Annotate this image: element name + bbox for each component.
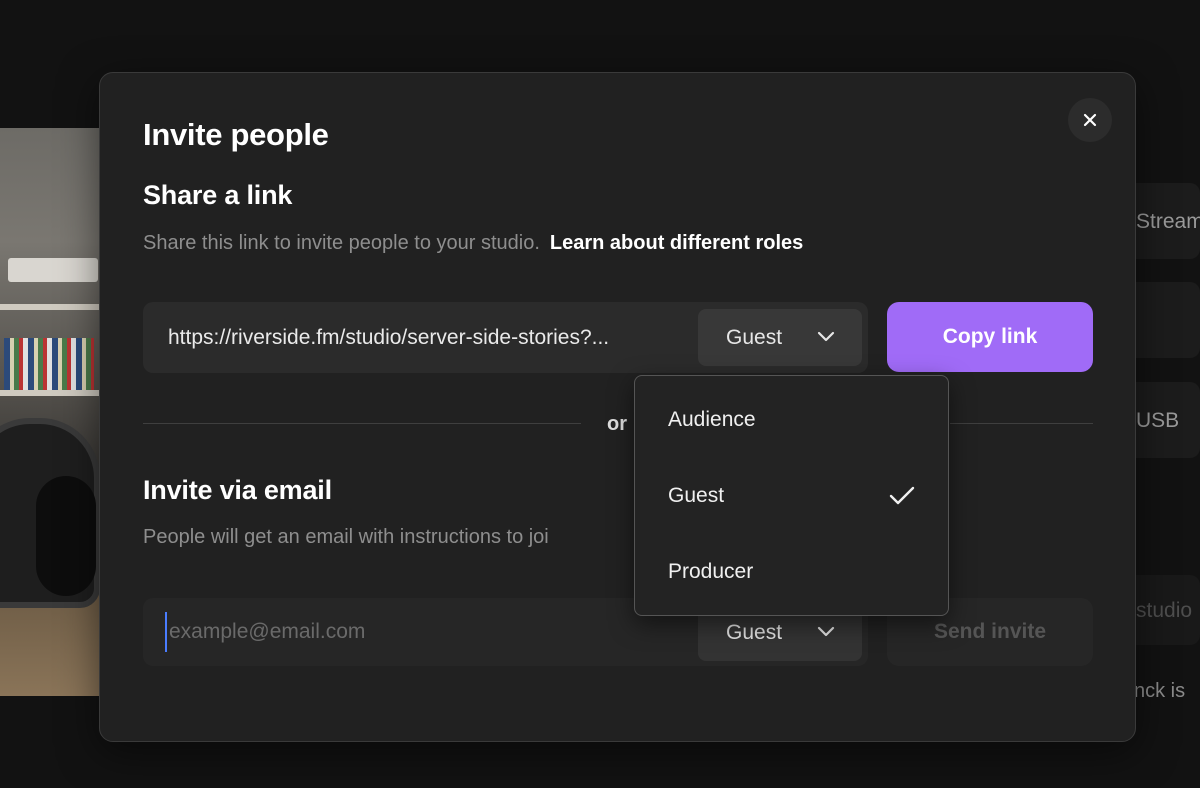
- role-dropdown-menu: Audience Guest Producer: [634, 375, 949, 616]
- close-button[interactable]: [1068, 98, 1112, 142]
- menu-item-label: Audience: [668, 408, 756, 431]
- menu-item-guest[interactable]: Guest: [635, 460, 948, 532]
- learn-roles-link[interactable]: Learn about different roles: [550, 232, 803, 254]
- checkmark-icon: [889, 486, 915, 505]
- invite-people-modal: Invite people Share a link Share this li…: [99, 72, 1136, 742]
- share-link-field[interactable]: https://riverside.fm/studio/server-side-…: [143, 302, 868, 373]
- menu-item-label: Guest: [668, 484, 725, 507]
- copy-link-button[interactable]: Copy link: [887, 302, 1093, 372]
- modal-title: Invite people: [143, 117, 329, 152]
- video-shelf: [0, 304, 100, 310]
- invite-email-heading: Invite via email: [143, 475, 332, 505]
- share-link-description: Share this link to invite people to your…: [143, 232, 803, 255]
- participant-video: [0, 128, 100, 696]
- invite-email-description: People will get an email with instructio…: [143, 526, 549, 548]
- email-input[interactable]: [165, 612, 685, 652]
- share-link-url[interactable]: https://riverside.fm/studio/server-side-…: [168, 326, 688, 350]
- video-microphone: [36, 476, 96, 596]
- chevron-down-icon: [817, 331, 835, 342]
- chevron-down-icon: [817, 626, 835, 637]
- link-role-value: Guest: [726, 325, 783, 349]
- video-device-shape: [8, 258, 98, 282]
- menu-item-producer[interactable]: Producer: [635, 536, 948, 608]
- divider-or-label: or: [607, 413, 627, 435]
- bg-footer-text: nck is: [1134, 680, 1186, 702]
- menu-item-label: Producer: [668, 560, 754, 583]
- divider-right: [950, 423, 1093, 424]
- close-icon: [1083, 113, 1097, 127]
- video-shelf: [0, 390, 100, 396]
- link-role-select[interactable]: Guest: [698, 309, 862, 366]
- share-link-heading: Share a link: [143, 180, 293, 210]
- menu-item-audience[interactable]: Audience: [635, 384, 948, 456]
- divider-left: [143, 423, 581, 424]
- email-role-value: Guest: [726, 620, 783, 644]
- video-books: [4, 338, 94, 390]
- share-description-text: Share this link to invite people to your…: [143, 232, 540, 254]
